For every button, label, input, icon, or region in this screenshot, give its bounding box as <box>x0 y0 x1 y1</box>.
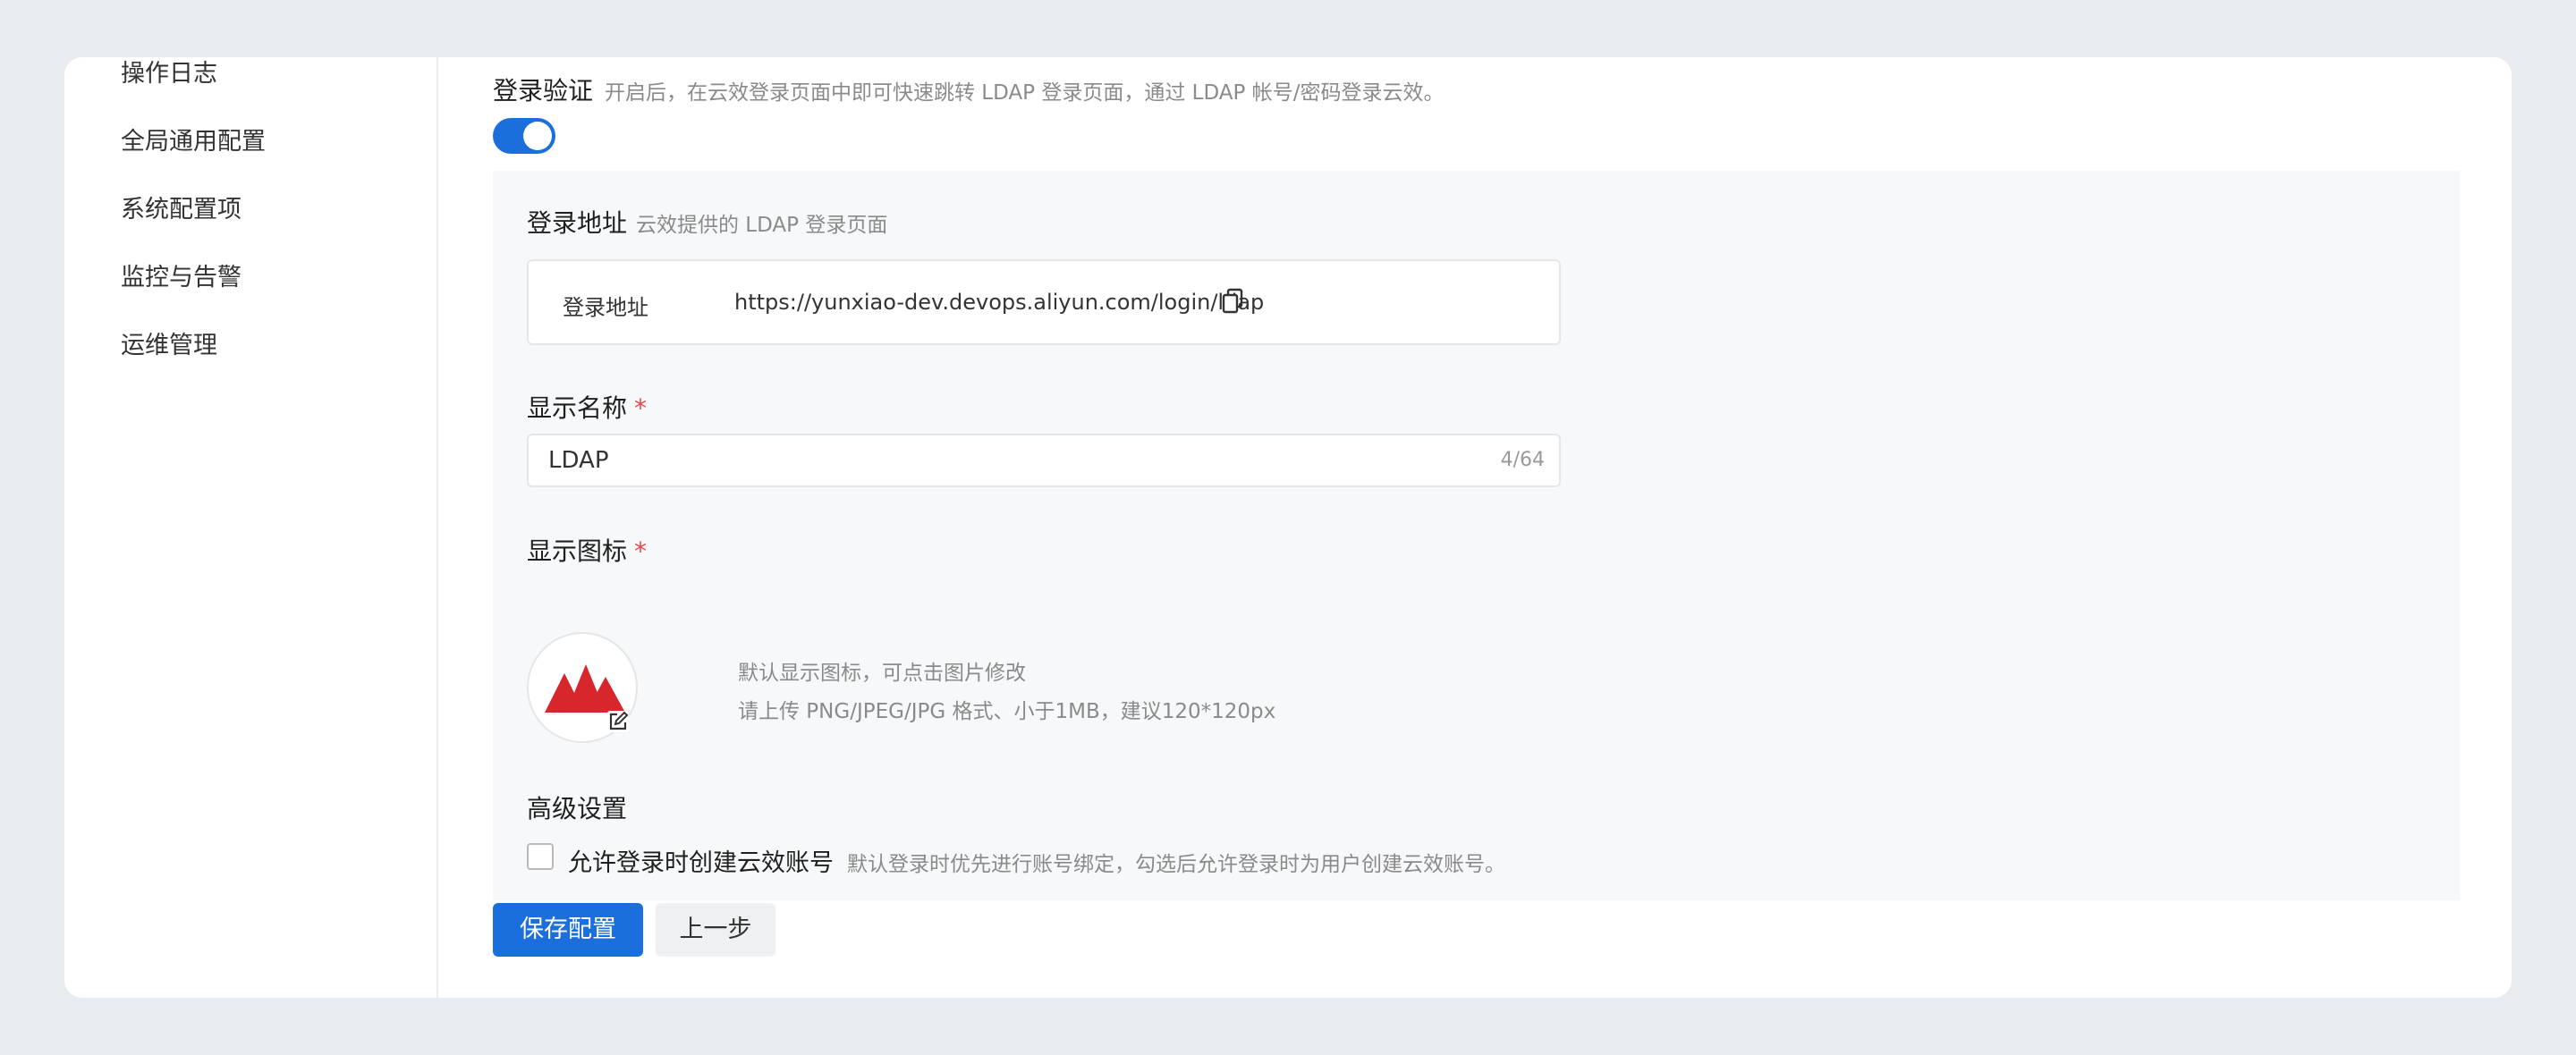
toggle-knob <box>523 122 552 150</box>
ldap-logo-icon <box>545 664 625 713</box>
main-content: 登录验证 开启后，在云效登录页面中即可快速跳转 LDAP 登录页面，通过 LDA… <box>64 57 2512 998</box>
display-name-field[interactable]: 4/64 <box>527 434 1561 487</box>
display-icon-hint-1: 默认显示图标，可点击图片修改 <box>738 662 1026 685</box>
settings-card: 操作日志 全局通用配置 系统配置项 监控与告警 运维管理 登录验证 开启后，在云… <box>64 57 2512 998</box>
login-url-hint: 云效提供的 LDAP 登录页面 <box>636 214 888 237</box>
allow-create-account-hint: 默认登录时优先进行账号绑定，勾选后允许登录时为用户创建云效账号。 <box>847 853 1505 876</box>
login-verify-hint: 开启后，在云效登录页面中即可快速跳转 LDAP 登录页面，通过 LDAP 帐号/… <box>605 81 1445 105</box>
login-url-key: 登录地址 <box>563 295 648 320</box>
display-name-label-text: 显示名称 <box>527 393 628 423</box>
edit-icon[interactable] <box>607 711 629 732</box>
login-url-label: 登录地址 <box>527 208 628 238</box>
display-icon-label-text: 显示图标 <box>527 536 628 566</box>
allow-create-account-label[interactable]: 允许登录时创建云效账号 <box>568 843 834 878</box>
display-name-counter: 4/64 <box>1500 449 1545 471</box>
login-verify-label: 登录验证 <box>493 76 594 106</box>
login-url-value: https://yunxiao-dev.devops.aliyun.com/lo… <box>734 290 1265 315</box>
login-verify-toggle[interactable] <box>493 118 555 154</box>
ldap-config-panel: 登录地址 云效提供的 LDAP 登录页面 登录地址 https://yunxia… <box>493 171 2460 900</box>
copy-icon[interactable] <box>1222 288 1245 315</box>
previous-step-button[interactable]: 上一步 <box>656 903 775 957</box>
display-icon-hint-2: 请上传 PNG/JPEG/JPG 格式、小于1MB，建议120*120px <box>738 700 1276 723</box>
login-url-box: 登录地址 https://yunxiao-dev.devops.aliyun.c… <box>527 259 1561 345</box>
advanced-settings-label: 高级设置 <box>527 794 628 823</box>
required-mark: * <box>634 393 648 423</box>
display-name-input[interactable] <box>548 435 1353 485</box>
allow-create-account-checkbox[interactable] <box>527 843 554 870</box>
required-mark: * <box>634 536 648 566</box>
save-config-button[interactable]: 保存配置 <box>493 903 643 957</box>
display-name-label: 显示名称 * <box>527 389 647 425</box>
display-icon-avatar[interactable] <box>527 632 638 743</box>
display-icon-label: 显示图标 * <box>527 532 647 568</box>
